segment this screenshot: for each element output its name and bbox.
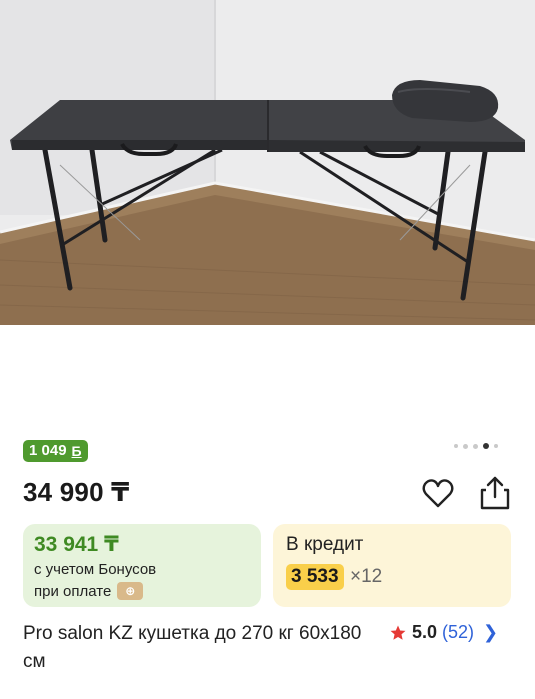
bonus-price-caption: с учетом Бонусов (34, 561, 157, 578)
massage-table-illustration (0, 0, 535, 325)
chevron-right-icon[interactable]: ❯ (483, 622, 498, 643)
credit-months: ×12 (350, 566, 383, 587)
bonus-points-badge: 1 049 Б (23, 440, 88, 462)
gallery-dot-active[interactable] (483, 443, 489, 449)
favorite-button[interactable] (421, 478, 455, 510)
heart-icon (422, 479, 454, 508)
bonus-points-amount: 1 049 (29, 442, 67, 459)
product-price: 34 990 ₸ (23, 477, 130, 507)
product-rating[interactable]: 5.0 (52) ❯ (389, 622, 498, 643)
payment-icon: ⊕ (117, 582, 144, 600)
product-image[interactable] (0, 0, 535, 325)
rating-score: 5.0 (412, 622, 438, 642)
bonus-price-amount: 33 941 ₸ (34, 533, 119, 556)
gallery-dot[interactable] (473, 443, 478, 449)
bonus-payment-label: при оплате (34, 582, 112, 600)
gallery-dot[interactable] (454, 444, 458, 448)
share-icon (480, 476, 510, 510)
bonus-b-icon: Б (71, 443, 82, 459)
star-icon (390, 625, 406, 640)
credit-monthly-payment: 3 533 (286, 564, 344, 590)
credit-title: В кредит (286, 534, 364, 555)
bonus-payment-caption: при оплате ⊕ (34, 582, 144, 600)
gallery-dot[interactable] (494, 444, 498, 448)
share-button[interactable] (478, 475, 512, 511)
reviews-count[interactable]: (52) (442, 622, 474, 643)
product-title: Pro salon KZ кушетка до 270 кг 60х180 см (23, 623, 362, 672)
credit-offer-card[interactable]: В кредит 3 533 ×12 (273, 524, 511, 607)
gallery-dot[interactable] (463, 443, 468, 449)
bonus-price-card[interactable]: 33 941 ₸ с учетом Бонусов при оплате ⊕ (23, 524, 261, 607)
gallery-pagination (454, 443, 498, 449)
